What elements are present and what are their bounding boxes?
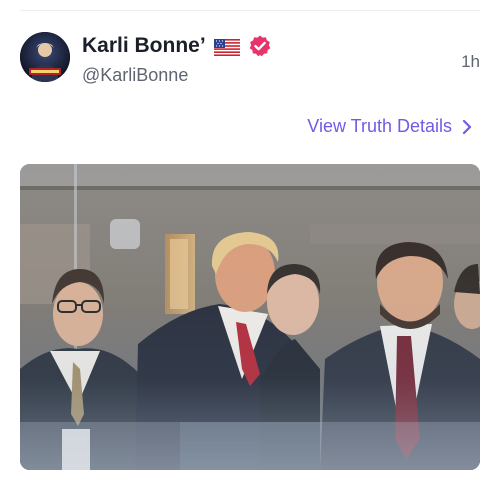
view-details-label: View Truth Details bbox=[307, 116, 452, 136]
verified-badge-icon bbox=[248, 34, 272, 58]
top-divider bbox=[20, 10, 480, 11]
post-timestamp: 1h bbox=[461, 52, 480, 71]
post-image[interactable] bbox=[20, 164, 480, 470]
author-name-row[interactable]: Karli Bonne’ bbox=[82, 34, 272, 58]
us-flag-icon bbox=[213, 38, 240, 56]
author-name[interactable]: Karli Bonne’ bbox=[82, 34, 206, 58]
avatar[interactable] bbox=[20, 32, 70, 82]
chevron-right-icon bbox=[462, 119, 472, 135]
post-header: Karli Bonne’ @KarliBonne 1h bbox=[20, 32, 480, 92]
author-handle[interactable]: @KarliBonne bbox=[82, 65, 188, 86]
view-details-link[interactable]: View Truth Details bbox=[307, 116, 472, 137]
